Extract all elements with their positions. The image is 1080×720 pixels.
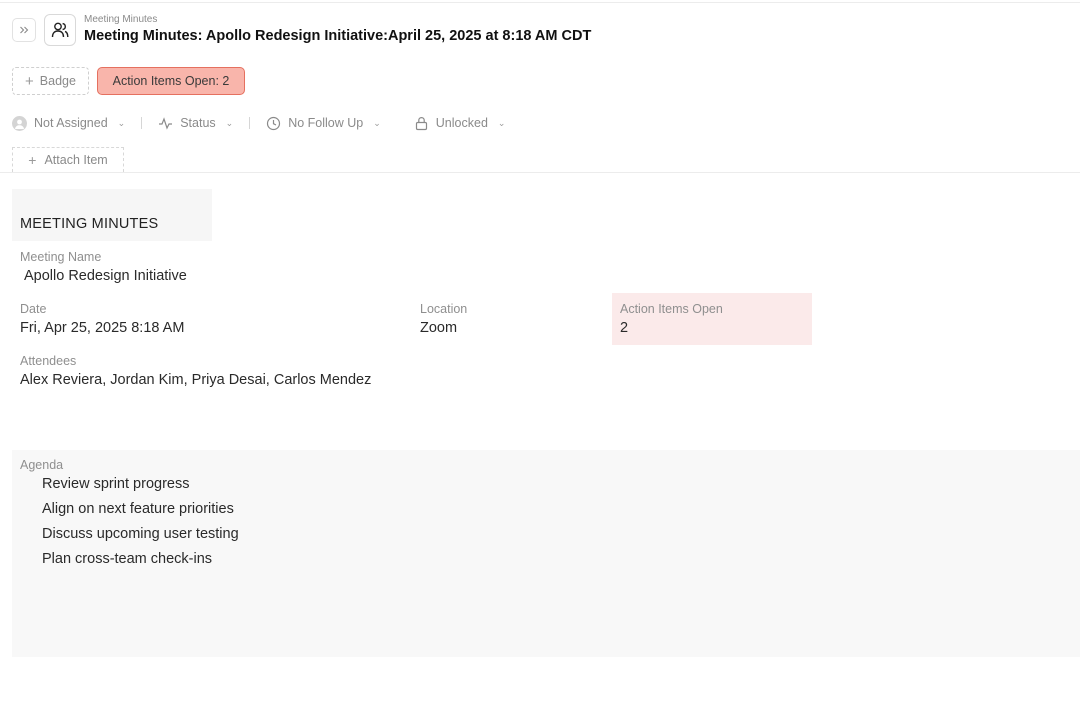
top-divider (0, 2, 1080, 3)
status-label: Status (180, 116, 216, 130)
chevron-down-icon: ⌄ (117, 117, 126, 128)
activity-icon (159, 116, 173, 130)
attach-item-button[interactable]: + Attach Item (12, 147, 124, 172)
status-dropdown[interactable]: Status ⌄ (158, 116, 233, 131)
chevron-down-icon: ⌄ (373, 117, 381, 128)
record-type-icon (44, 14, 76, 46)
attendees-label: Attendees (20, 354, 77, 368)
action-items-open-label: Action Items Open (620, 302, 723, 316)
users-icon (51, 22, 69, 38)
lock-label: Unlocked (435, 116, 488, 130)
double-chevron-right-icon (20, 26, 29, 34)
list-item: Review sprint progress (42, 476, 190, 492)
unlock-icon (415, 116, 427, 130)
follow-up-label: No Follow Up (288, 116, 364, 130)
meeting-name-value[interactable]: Apollo Redesign Initiative (24, 268, 187, 284)
location-label: Location (420, 302, 468, 316)
follow-up-dropdown[interactable]: No Follow Up ⌄ (266, 116, 381, 131)
chevron-down-icon: ⌄ (497, 117, 506, 128)
plus-icon: + (25, 72, 34, 90)
assignee-label: Not Assigned (34, 116, 108, 130)
divider (249, 117, 251, 129)
action-items-open-value[interactable]: 2 (620, 320, 628, 336)
clock-icon (267, 116, 281, 130)
divider (141, 117, 143, 129)
list-item: Discuss upcoming user testing (42, 526, 239, 542)
agenda-label: Agenda (20, 458, 64, 472)
page-title: Meeting Minutes: Apollo Redesign Initiat… (84, 28, 592, 44)
date-label: Date (20, 302, 47, 316)
plus-icon: + (28, 152, 37, 168)
action-items-badge[interactable]: Action Items Open: 2 (97, 67, 245, 95)
list-item: Align on next feature priorities (42, 501, 234, 517)
attach-item-label: Attach Item (44, 153, 108, 167)
list-item: Plan cross-team check-ins (42, 551, 213, 567)
avatar (12, 115, 27, 131)
section-divider (0, 172, 1080, 173)
agenda-field[interactable]: Agenda Review sprint progress Align on n… (12, 450, 1080, 657)
chevron-down-icon: ⌄ (225, 117, 234, 128)
add-badge-button[interactable]: + Badge (12, 67, 89, 95)
user-avatar-icon (15, 119, 24, 129)
breadcrumb[interactable]: Meeting Minutes (84, 14, 157, 25)
add-badge-label: Badge (39, 74, 76, 88)
section-title: MEETING MINUTES (12, 189, 212, 241)
lock-dropdown[interactable]: Unlocked ⌄ (414, 116, 506, 131)
location-value[interactable]: Zoom (420, 320, 457, 336)
assignee-dropdown[interactable]: Not Assigned ⌄ (12, 115, 126, 131)
divider (397, 117, 398, 129)
expand-panel-button[interactable] (12, 18, 36, 42)
date-value[interactable]: Fri, Apr 25, 2025 8:18 AM (20, 320, 184, 336)
properties-bar: Not Assigned ⌄ Status ⌄ No Follow Up ⌄ U… (12, 112, 505, 134)
action-items-field[interactable] (612, 293, 812, 345)
agenda-list: Review sprint progress Align on next fea… (42, 476, 239, 576)
meeting-name-label: Meeting Name (20, 250, 102, 264)
attendees-value[interactable]: Alex Reviera, Jordan Kim, Priya Desai, C… (20, 372, 371, 388)
